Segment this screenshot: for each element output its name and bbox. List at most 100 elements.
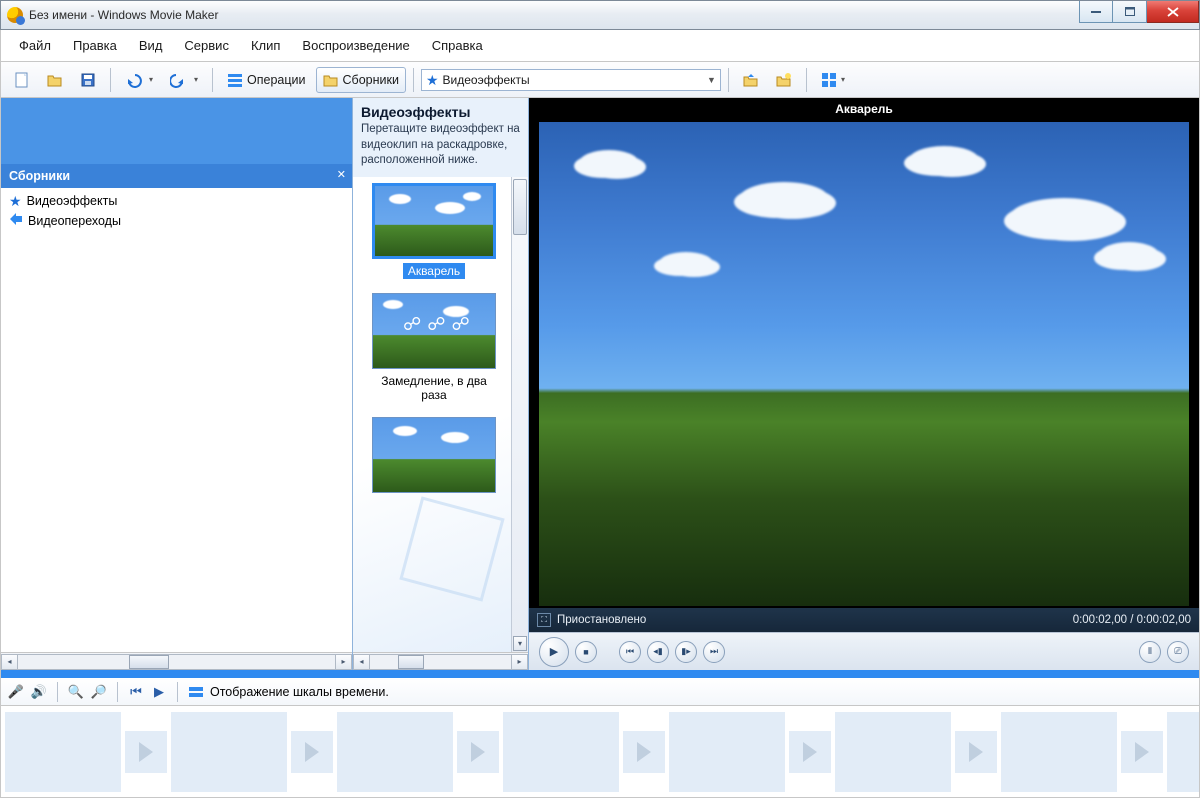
separator bbox=[0, 670, 1200, 678]
collections-sidebar: Сборники ✕ ★ Видеоэффекты Видеопереходы … bbox=[1, 98, 353, 670]
snapshot-button[interactable]: ⎚ bbox=[1167, 641, 1189, 663]
zoom-in-icon[interactable]: 🔍 bbox=[67, 683, 85, 701]
split-button[interactable]: ⦀ bbox=[1139, 641, 1161, 663]
tree-item-video-effects[interactable]: ★ Видеоэффекты bbox=[1, 192, 352, 210]
effect-thumbnail[interactable] bbox=[372, 417, 496, 493]
dropdown-value: Видеоэффекты bbox=[443, 73, 530, 87]
stop-button[interactable]: ■ bbox=[575, 641, 597, 663]
effect-thumbnail[interactable] bbox=[372, 183, 496, 259]
effects-title: Видеоэффекты bbox=[361, 104, 520, 120]
collections-dropdown[interactable]: ★ Видеоэффекты ▼ bbox=[421, 69, 721, 91]
menu-edit[interactable]: Правка bbox=[63, 34, 127, 57]
collections-header-label: Сборники bbox=[9, 169, 70, 183]
save-button[interactable] bbox=[73, 67, 103, 93]
storyboard-transition[interactable] bbox=[789, 731, 831, 773]
effect-label: Акварель bbox=[403, 263, 465, 279]
storyboard-cell[interactable] bbox=[171, 712, 287, 792]
open-button[interactable] bbox=[40, 67, 70, 93]
close-button[interactable] bbox=[1147, 1, 1199, 23]
timeline-toolbar: 🎤 🔊 🔍 🔎 ⏮ ▶ Отображение шкалы времени. bbox=[0, 678, 1200, 706]
menu-play[interactable]: Воспроизведение bbox=[292, 34, 419, 57]
storyboard-transition[interactable] bbox=[955, 731, 997, 773]
next-frame-button[interactable]: ▮▸ bbox=[675, 641, 697, 663]
preview-video bbox=[529, 120, 1199, 608]
menu-tools[interactable]: Сервис bbox=[174, 34, 239, 57]
h-scrollbar[interactable]: ◂ ▸ bbox=[353, 652, 528, 670]
tree-item-label: Видеопереходы bbox=[28, 214, 121, 228]
storyboard[interactable] bbox=[0, 706, 1200, 798]
scroll-right-button[interactable]: ▸ bbox=[335, 654, 352, 670]
window-title: Без имени - Windows Movie Maker bbox=[29, 8, 218, 22]
scroll-left-button[interactable]: ◂ bbox=[1, 654, 18, 670]
effect-item[interactable]: Акварель bbox=[372, 183, 496, 279]
storyboard-cell[interactable] bbox=[337, 712, 453, 792]
scroll-thumb[interactable] bbox=[129, 655, 169, 669]
narrate-icon[interactable]: 🎤 bbox=[7, 683, 25, 701]
storyboard-transition[interactable] bbox=[457, 731, 499, 773]
menu-clip[interactable]: Клип bbox=[241, 34, 290, 57]
storyboard-transition[interactable] bbox=[291, 731, 333, 773]
effect-thumbnail[interactable]: ☍☍☍ bbox=[372, 293, 496, 369]
storyboard-cell[interactable] bbox=[1167, 712, 1200, 792]
collections-header: Сборники ✕ bbox=[1, 164, 352, 188]
undo-button[interactable]: ▾ bbox=[118, 67, 160, 93]
up-folder-button[interactable] bbox=[736, 67, 766, 93]
tree-item-label: Видеоэффекты bbox=[27, 194, 118, 208]
toolbar: ▾ ▾ Операции Сборники ★ Видеоэффекты ▼ ▾ bbox=[0, 62, 1200, 98]
view-options-button[interactable]: ▾ bbox=[814, 67, 852, 93]
effects-panel: Видеоэффекты Перетащите видеоэффект на в… bbox=[353, 98, 529, 670]
preview-status-bar: ⛶ Приостановлено 0:00:02,00 / 0:00:02,00 bbox=[529, 608, 1199, 632]
effect-label: Замедление, в два раза bbox=[372, 373, 496, 403]
prev-frame-button[interactable]: ◂▮ bbox=[647, 641, 669, 663]
scroll-thumb[interactable] bbox=[398, 655, 424, 669]
star-icon: ★ bbox=[9, 194, 22, 208]
storyboard-transition[interactable] bbox=[623, 731, 665, 773]
storyboard-cell[interactable] bbox=[503, 712, 619, 792]
timeline-view-icon[interactable] bbox=[187, 683, 205, 701]
storyboard-cell[interactable] bbox=[5, 712, 121, 792]
new-button[interactable] bbox=[7, 67, 37, 93]
scroll-right-button[interactable]: ▸ bbox=[511, 654, 528, 670]
zoom-out-icon[interactable]: 🔎 bbox=[90, 683, 108, 701]
titlebar: Без имени - Windows Movie Maker bbox=[0, 0, 1200, 30]
forward-button[interactable]: ⏭ bbox=[703, 641, 725, 663]
collections-label: Сборники bbox=[343, 73, 399, 87]
storyboard-transition[interactable] bbox=[1121, 731, 1163, 773]
app-icon bbox=[7, 7, 23, 23]
preview-panel: Акварель ⛶ Приостановлено 0:00:02,00 / 0… bbox=[529, 98, 1199, 670]
transition-icon bbox=[9, 212, 23, 229]
v-scrollbar[interactable]: ▾ bbox=[511, 177, 528, 652]
redo-button[interactable]: ▾ bbox=[163, 67, 205, 93]
chevron-down-icon: ▼ bbox=[707, 75, 716, 85]
h-scrollbar[interactable]: ◂ ▸ bbox=[1, 652, 352, 670]
tree-item-video-transitions[interactable]: Видеопереходы bbox=[1, 210, 352, 231]
storyboard-transition[interactable] bbox=[125, 731, 167, 773]
window-controls bbox=[1079, 1, 1199, 29]
menu-help[interactable]: Справка bbox=[422, 34, 493, 57]
menu-view[interactable]: Вид bbox=[129, 34, 173, 57]
audio-levels-icon[interactable]: 🔊 bbox=[30, 683, 48, 701]
new-folder-button[interactable] bbox=[769, 67, 799, 93]
effects-list: Акварель ☍☍☍ Замедление, в два раза bbox=[353, 177, 511, 652]
storyboard-cell[interactable] bbox=[669, 712, 785, 792]
effect-item[interactable]: ☍☍☍ Замедление, в два раза bbox=[372, 293, 496, 403]
rewind-button[interactable]: ⏮ bbox=[619, 641, 641, 663]
storyboard-cell[interactable] bbox=[835, 712, 951, 792]
minimize-button[interactable] bbox=[1079, 1, 1113, 23]
effect-item[interactable] bbox=[372, 417, 496, 493]
preview-controls: ▶ ■ ⏮ ◂▮ ▮▸ ⏭ ⦀ ⎚ bbox=[529, 632, 1199, 670]
collections-button[interactable]: Сборники bbox=[316, 67, 406, 93]
storyboard-cell[interactable] bbox=[1001, 712, 1117, 792]
play-timeline-icon[interactable]: ▶ bbox=[150, 683, 168, 701]
collections-tree: ★ Видеоэффекты Видеопереходы bbox=[1, 188, 352, 652]
maximize-button[interactable] bbox=[1113, 1, 1147, 23]
scroll-left-button[interactable]: ◂ bbox=[353, 654, 370, 670]
close-panel-icon[interactable]: ✕ bbox=[337, 168, 346, 181]
scroll-thumb[interactable] bbox=[513, 179, 527, 235]
rewind-timeline-icon[interactable]: ⏮ bbox=[127, 683, 145, 701]
scroll-down-button[interactable]: ▾ bbox=[513, 636, 527, 651]
tasks-button[interactable]: Операции bbox=[220, 67, 312, 93]
play-button[interactable]: ▶ bbox=[539, 637, 569, 667]
fullscreen-icon[interactable]: ⛶ bbox=[537, 613, 551, 627]
menu-file[interactable]: Файл bbox=[9, 34, 61, 57]
